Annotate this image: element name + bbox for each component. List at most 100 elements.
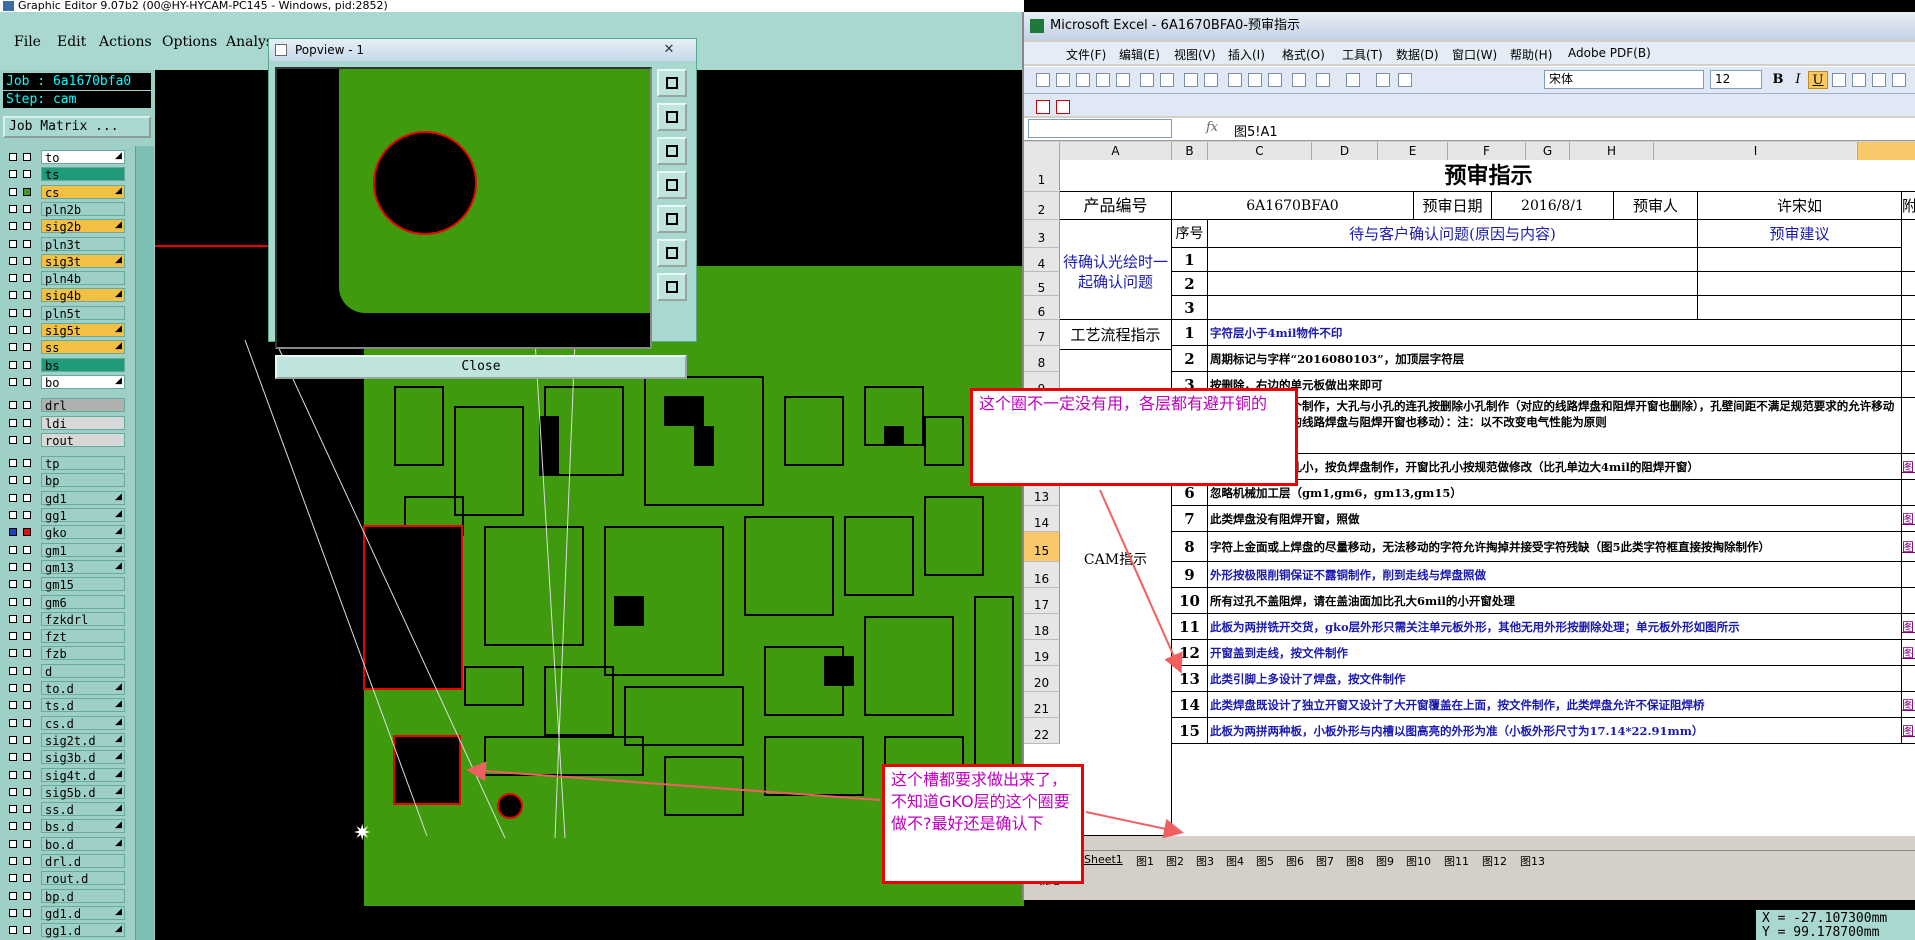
xl-menu-insert[interactable]: 插入(I): [1228, 46, 1265, 63]
layer-work-checkbox[interactable]: [23, 857, 31, 865]
sheet-tab[interactable]: 图8: [1346, 853, 1364, 869]
layer-name[interactable]: rout: [41, 432, 125, 448]
layer-name[interactable]: bp: [41, 473, 125, 488]
xl-menu-view[interactable]: 视图(V): [1174, 46, 1216, 63]
figure-link-cell[interactable]: [1902, 562, 1915, 588]
layer-display-checkbox[interactable]: [9, 753, 17, 762]
instruction-cell[interactable]: 忽略机械加工层（gm1,gm6，gm13,gm15）: [1208, 480, 1902, 506]
sheet-tab[interactable]: 图10: [1406, 853, 1431, 869]
layer-row[interactable]: sig3b.d ◢: [3, 750, 131, 765]
align-center-icon[interactable]: [1852, 73, 1866, 87]
column-header[interactable]: F: [1448, 142, 1526, 160]
layer-work-checkbox[interactable]: [23, 684, 31, 692]
layer-name[interactable]: ldi: [41, 415, 125, 431]
layer-display-checkbox[interactable]: [9, 511, 17, 519]
layer-work-checkbox[interactable]: [23, 493, 31, 502]
layer-work-checkbox[interactable]: [23, 822, 31, 831]
layer-name[interactable]: gm1: [41, 542, 125, 558]
layer-name[interactable]: to: [41, 150, 125, 165]
xl-menu-file[interactable]: 文件(F): [1066, 46, 1106, 63]
layer-display-checkbox[interactable]: [9, 857, 17, 865]
layer-name[interactable]: ss.d: [41, 802, 125, 817]
layer-name[interactable]: bs.d: [41, 819, 125, 834]
row-header[interactable]: 15: [1024, 532, 1060, 562]
figure-link-cell[interactable]: 图8!A: [1902, 640, 1915, 666]
print-icon[interactable]: [1140, 73, 1154, 87]
layer-display-checkbox[interactable]: [9, 153, 17, 161]
instruction-cell[interactable]: 开窗盖到走线，按文件制作: [1208, 640, 1902, 666]
layer-name[interactable]: sig2t.d: [41, 732, 125, 748]
xl-menu-format[interactable]: 格式(O): [1282, 46, 1325, 63]
layer-row[interactable]: sig4b ◢: [3, 288, 131, 303]
figure-link-cell[interactable]: [1902, 296, 1915, 320]
xl-menu-tools[interactable]: 工具(T): [1342, 46, 1383, 63]
layer-name[interactable]: drl.d: [41, 854, 125, 869]
seq-cell[interactable]: 10: [1172, 588, 1208, 614]
row-header[interactable]: 2: [1024, 192, 1060, 220]
layer-display-checkbox[interactable]: [9, 632, 17, 641]
align-right-icon[interactable]: [1872, 73, 1886, 87]
layer-name[interactable]: cs.d: [41, 715, 125, 731]
row-header[interactable]: 3: [1024, 220, 1060, 248]
seq-cell[interactable]: 3: [1172, 296, 1208, 320]
layer-display-checkbox[interactable]: [9, 545, 17, 554]
layer-row[interactable]: gm13 ◢: [3, 559, 131, 575]
layer-row[interactable]: to ◢: [3, 150, 131, 165]
layer-display-checkbox[interactable]: [9, 222, 17, 231]
layer-row[interactable]: ts.d ◢: [3, 698, 131, 713]
layer-name[interactable]: rout.d: [41, 871, 125, 886]
sheet-tab[interactable]: Sheet1: [1084, 853, 1123, 866]
xl-menu-window[interactable]: 窗口(W): [1452, 46, 1497, 63]
seq-cell[interactable]: 8: [1172, 532, 1208, 562]
bold-button[interactable]: B: [1768, 71, 1788, 89]
layer-display-checkbox[interactable]: [9, 308, 17, 317]
layer-work-checkbox[interactable]: [23, 787, 31, 796]
layer-work-checkbox[interactable]: [23, 614, 31, 623]
layer-work-checkbox[interactable]: [23, 511, 31, 519]
layer-name[interactable]: pln5t: [41, 305, 125, 321]
layer-row[interactable]: bo ◢: [3, 374, 131, 390]
instruction-cell[interactable]: 此类引脚上多设计了焊盘，按文件制作: [1208, 666, 1902, 692]
font-name-select[interactable]: 宋体: [1544, 70, 1704, 89]
layer-display-checkbox[interactable]: [9, 274, 17, 283]
layer-name[interactable]: ts.d: [41, 698, 125, 713]
layer-name[interactable]: pln3t: [41, 236, 125, 252]
layer-row[interactable]: sig4t.d ◢: [3, 767, 131, 783]
layer-display-checkbox[interactable]: [9, 908, 17, 917]
paste-icon[interactable]: [1268, 73, 1282, 87]
font-size-select[interactable]: 12: [1710, 70, 1762, 89]
layer-work-checkbox[interactable]: [23, 770, 31, 779]
layer-work-checkbox[interactable]: [23, 360, 31, 369]
layer-row[interactable]: d: [3, 663, 131, 679]
layer-name[interactable]: fzb: [41, 646, 125, 661]
row-header[interactable]: 7: [1024, 320, 1060, 346]
layer-row[interactable]: pln5t: [3, 305, 131, 321]
layer-row[interactable]: bs: [3, 357, 131, 373]
layer-display-checkbox[interactable]: [9, 204, 17, 213]
layer-row[interactable]: ss.d ◢: [3, 802, 131, 817]
layer-row[interactable]: rout: [3, 432, 131, 448]
row-header[interactable]: 1: [1024, 160, 1060, 192]
layer-work-checkbox[interactable]: [23, 874, 31, 883]
layer-name[interactable]: gg1: [41, 508, 125, 523]
layer-name[interactable]: pln2b: [41, 201, 125, 217]
spelling-icon[interactable]: [1184, 73, 1198, 87]
sheet-tab[interactable]: 图3: [1196, 853, 1214, 869]
job-matrix-button[interactable]: Job Matrix ...: [3, 116, 151, 138]
layer-name[interactable]: gm15: [41, 577, 125, 592]
instruction-cell[interactable]: 按删除，右边的单元板做出来即可: [1208, 372, 1902, 398]
layer-work-checkbox[interactable]: [23, 562, 31, 571]
row-header[interactable]: 18: [1024, 614, 1060, 640]
layer-display-checkbox[interactable]: [9, 326, 17, 334]
layer-display-checkbox[interactable]: [9, 666, 17, 675]
row-header[interactable]: 19: [1024, 640, 1060, 666]
pan-left-button[interactable]: [657, 171, 687, 199]
seq-cell[interactable]: 1: [1172, 320, 1208, 346]
sheet-tab[interactable]: 图13: [1520, 853, 1545, 869]
layer-display-checkbox[interactable]: [9, 926, 17, 935]
instruction-cell[interactable]: 此类焊盘既设计了独立开窗又设计了大开窗覆盖在上面，按文件制作，此类焊盘允许不保证…: [1208, 692, 1902, 718]
layer-row[interactable]: gko ◢: [3, 525, 131, 540]
layer-work-checkbox[interactable]: [23, 649, 31, 658]
menu-analysis[interactable]: Analys: [226, 34, 273, 50]
layer-name[interactable]: fzt: [41, 629, 125, 644]
